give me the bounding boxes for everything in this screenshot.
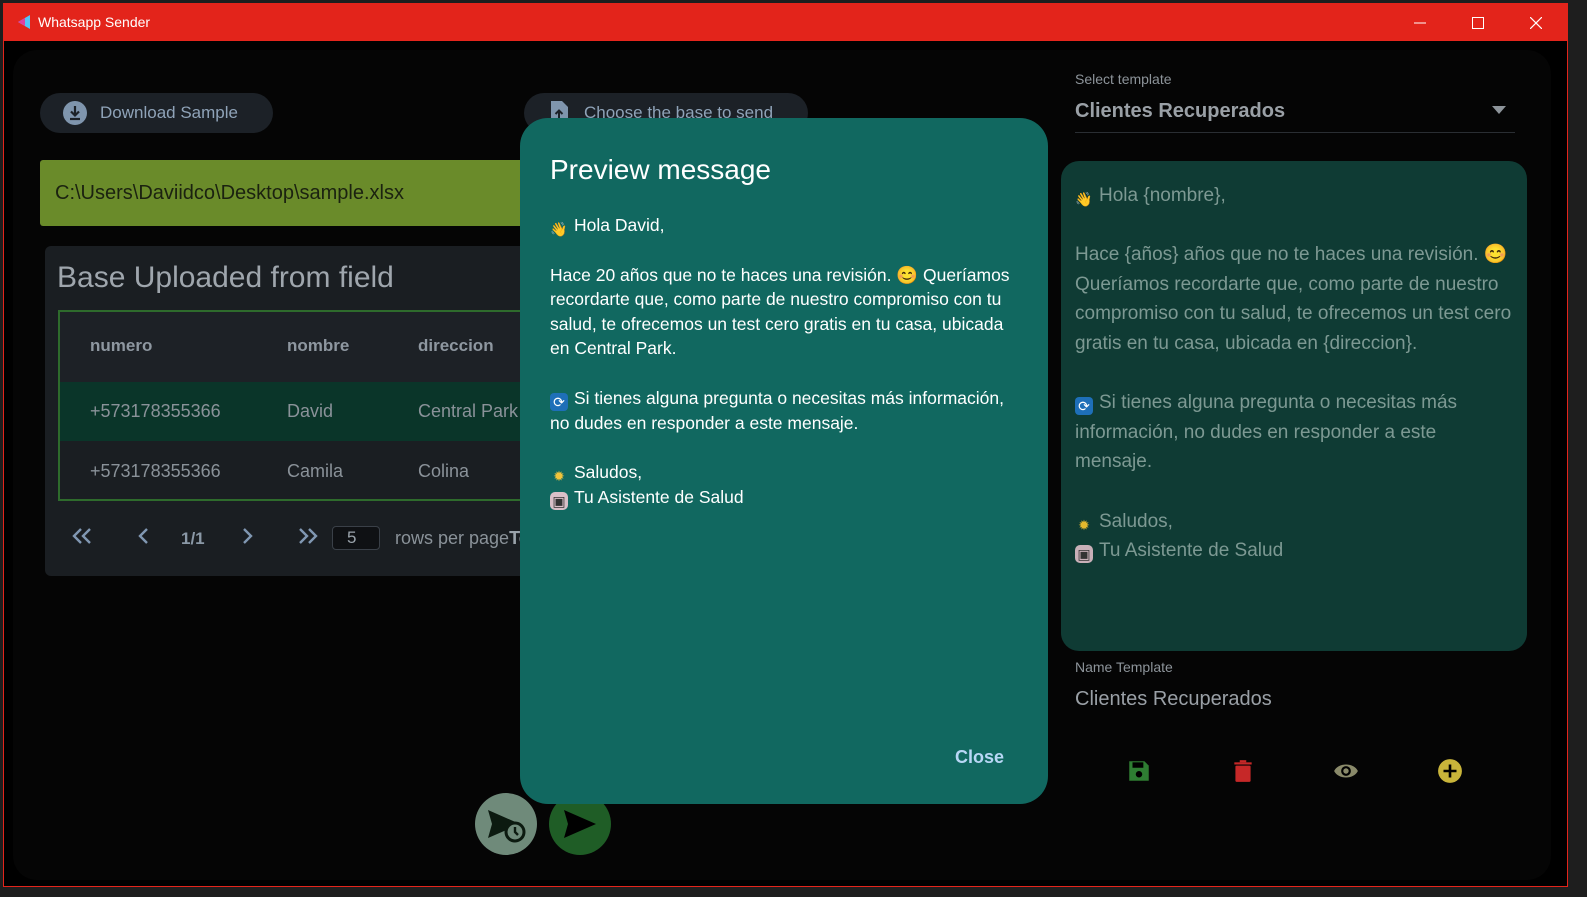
schedule-send-icon <box>488 810 526 843</box>
maximize-button[interactable] <box>1449 4 1507 41</box>
template-line-sign1: ✹ Saludos, <box>1075 507 1513 537</box>
file-path-text: C:\Users\Daviidco\Desktop\sample.xlsx <box>55 181 404 204</box>
cell-numero: +573178355366 <box>90 401 221 421</box>
minimize-button[interactable] <box>1391 4 1449 41</box>
prev-page-icon[interactable] <box>137 526 151 546</box>
cell-nombre: Camila <box>287 461 344 481</box>
chevron-down-icon[interactable] <box>1492 106 1506 114</box>
next-page-icon[interactable] <box>240 526 254 546</box>
column-header-nombre[interactable]: nombre <box>287 336 349 356</box>
preview-dialog: Preview message 👋 Hola David, Hace 20 año… <box>520 118 1048 804</box>
cell-direccion: Central Park <box>418 401 519 421</box>
table-row[interactable]: +573178355366 David Central Park <box>60 382 545 441</box>
dialog-message: 👋 Hola David, Hace 20 años que no te hace… <box>550 213 1022 510</box>
rows-per-page-text: rows per page <box>395 528 510 548</box>
sun-emoji: ✹ <box>1078 516 1090 533</box>
page-indicator: 1/1 <box>181 529 205 548</box>
dialog-title: Preview message <box>550 154 771 185</box>
close-window-button[interactable] <box>1507 4 1565 41</box>
message-questions: ⟳ Si tienes alguna pregunta o necesitas m… <box>550 387 1004 433</box>
robot-emoji: ▣ <box>1075 545 1093 564</box>
template-line-blank <box>1075 211 1513 241</box>
name-template-label: Name Template <box>1075 659 1173 675</box>
refresh-emoji: ⟳ <box>550 392 568 411</box>
uploaded-base-card: Base Uploaded from field numero nombre d… <box>45 246 545 576</box>
file-path-field: C:\Users\Daviidco\Desktop\sample.xlsx <box>40 160 540 226</box>
column-header-direccion[interactable]: direccion <box>418 336 494 356</box>
rows-per-page-label: rows per pageTo <box>395 528 530 549</box>
first-page-icon[interactable] <box>71 526 93 546</box>
save-icon[interactable] <box>1126 758 1152 784</box>
download-sample-button[interactable]: Download Sample <box>40 93 273 133</box>
wave-emoji: 👋 <box>550 221 568 237</box>
last-page-icon[interactable] <box>297 526 319 546</box>
select-template-label: Select template <box>1075 71 1172 87</box>
template-line-greeting: 👋 Hola {nombre}, <box>1075 185 1226 207</box>
download-icon <box>63 101 87 125</box>
template-line-blank <box>1075 477 1513 507</box>
app-icon <box>18 15 30 29</box>
delete-icon[interactable] <box>1230 758 1256 784</box>
maximize-icon <box>1472 16 1484 29</box>
message-blank <box>550 361 1022 386</box>
template-select[interactable]: Clientes Recuperados <box>1075 100 1285 123</box>
refresh-emoji: ⟳ <box>1075 397 1093 416</box>
wave-emoji: 👋 <box>1075 191 1093 207</box>
sun-emoji: ✹ <box>553 467 565 484</box>
table-title: Base Uploaded from field <box>57 261 394 294</box>
message-sign2: ▣ Tu Asistente de Salud <box>550 485 1022 510</box>
title-bar: Whatsapp Sender <box>4 4 1567 41</box>
close-icon <box>1530 16 1542 29</box>
table-row[interactable]: +573178355366 Camila Colina <box>60 442 545 499</box>
add-circle-icon[interactable] <box>1437 758 1463 784</box>
cell-nombre: David <box>287 401 334 421</box>
select-underline <box>1075 132 1515 133</box>
template-editor[interactable]: 👋 Hola {nombre}, Hace {años} años que no … <box>1061 161 1527 651</box>
message-paragraph: Hace 20 años que no te haces una revisió… <box>550 264 1010 359</box>
column-header-numero[interactable]: numero <box>90 336 152 356</box>
send-icon <box>564 810 596 838</box>
cell-numero: +573178355366 <box>90 461 221 481</box>
message-blank <box>550 238 1022 263</box>
template-line-sign2: ▣ Tu Asistente de Salud <box>1075 536 1513 566</box>
download-sample-label: Download Sample <box>100 103 238 122</box>
name-template-input[interactable]: Clientes Recuperados <box>1075 688 1272 711</box>
message-blank <box>550 435 1022 460</box>
data-table: numero nombre direccion +573178355366 Da… <box>58 310 545 501</box>
pagination: 1/1 5 rows per pageTo <box>45 516 545 566</box>
schedule-send-button[interactable] <box>475 793 537 855</box>
eye-icon[interactable] <box>1333 758 1359 784</box>
window-title: Whatsapp Sender <box>38 14 151 30</box>
cell-direccion: Colina <box>418 461 470 481</box>
template-line-questions: ⟳ Si tienes alguna pregunta o necesitas m… <box>1075 392 1458 473</box>
rows-per-page-input[interactable]: 5 <box>332 526 380 550</box>
minimize-icon <box>1414 22 1426 23</box>
template-line-blank <box>1075 359 1513 389</box>
message-greeting: 👋 Hola David, <box>550 215 665 237</box>
robot-emoji: ▣ <box>550 491 568 510</box>
template-line-body: Hace {años} años que no te haces una rev… <box>1075 244 1512 354</box>
message-sign1: ✹ Saludos, <box>550 460 1022 485</box>
table-header: numero nombre direccion <box>60 312 545 382</box>
close-dialog-button[interactable]: Close <box>955 747 1004 768</box>
